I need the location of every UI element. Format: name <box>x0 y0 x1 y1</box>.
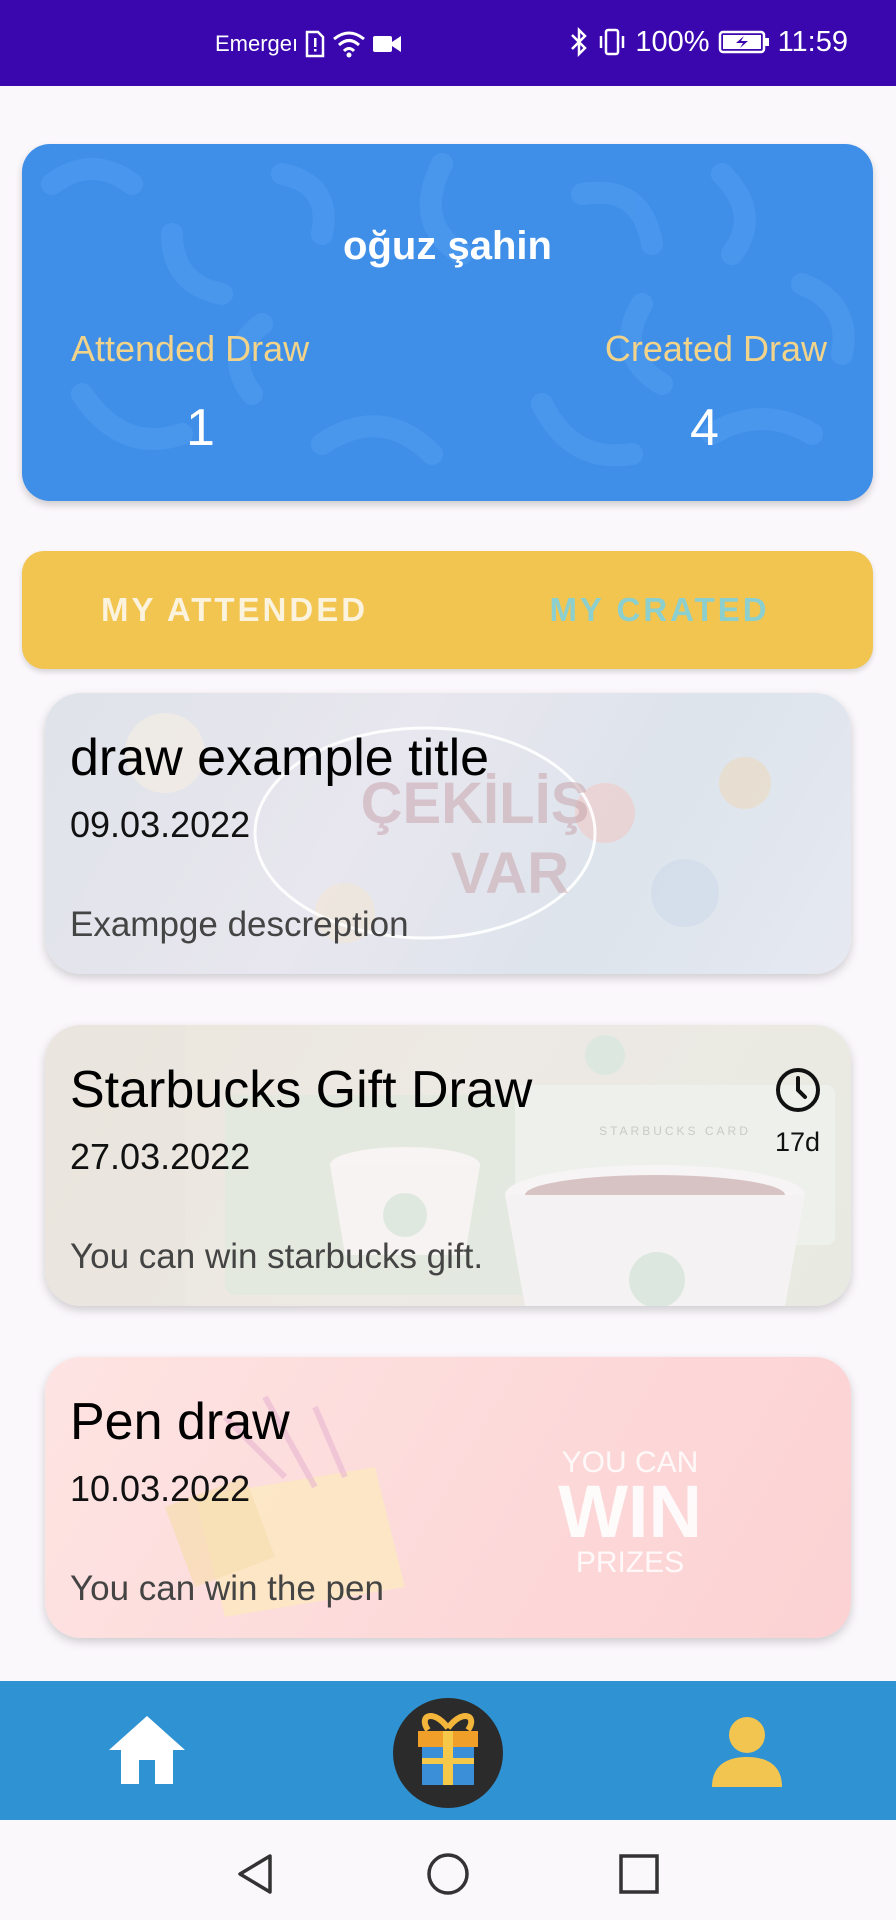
profile-card-pattern <box>41 153 855 467</box>
gift-icon <box>418 1713 478 1785</box>
back-icon[interactable] <box>232 1850 280 1898</box>
draw-title: Pen draw <box>70 1393 290 1451</box>
draw-card[interactable]: YOU CAN WIN PRIZES Pen draw 10.03.2022 Y… <box>45 1357 851 1638</box>
created-draw-label: Created Draw <box>604 328 827 369</box>
profile-name: oğuz şahin <box>343 224 552 268</box>
carrier-text: Emergeı <box>215 31 299 56</box>
attended-draw-count: 1 <box>186 399 215 457</box>
video-camera-icon <box>373 36 402 52</box>
tab-bar: MY ATTENDED MY CRATED <box>22 551 873 669</box>
draw-description: You can win the pen <box>70 1569 384 1608</box>
draw-date: 27.03.2022 <box>70 1136 251 1177</box>
starbucks-card-text: STARBUCKS CARD <box>599 1124 751 1138</box>
person-icon[interactable] <box>710 1715 784 1787</box>
battery-percent: 100% <box>635 25 710 58</box>
draw-date: 10.03.2022 <box>70 1468 251 1509</box>
draw-date: 09.03.2022 <box>70 804 251 845</box>
battery-charging-icon <box>718 30 769 54</box>
home-icon[interactable] <box>107 1714 187 1786</box>
attended-draw-label: Attended Draw <box>71 328 310 369</box>
draw-card[interactable]: ÇEKİLİŞ VAR draw example title 09.03.202… <box>45 693 851 974</box>
bluetooth-icon <box>571 27 588 57</box>
prizes-overlay-text: PRIZES <box>576 1546 684 1579</box>
draw-description: You can win starbucks gift. <box>70 1237 484 1276</box>
var-overlay-text: VAR <box>451 841 569 906</box>
created-draw-count: 4 <box>690 399 719 457</box>
bottom-navigation <box>0 1681 896 1820</box>
profile-card: oğuz şahin Attended Draw 1 Created Draw … <box>22 144 873 501</box>
system-navigation-bar <box>0 1820 896 1920</box>
status-bar: Emergeı 100% 11:59 <box>0 0 896 86</box>
draw-description: Exampge descreption <box>70 905 409 944</box>
wifi-icon <box>333 31 366 58</box>
recent-apps-icon[interactable] <box>615 1850 663 1898</box>
vibrate-icon <box>600 28 625 56</box>
draw-title: Starbucks Gift Draw <box>70 1061 533 1119</box>
tab-my-attended[interactable]: MY ATTENDED <box>22 551 447 669</box>
clock-time: 11:59 <box>777 25 848 58</box>
status-left: Emergeı <box>215 26 402 62</box>
sim-alert-icon <box>305 30 325 58</box>
home-circle-icon[interactable] <box>424 1850 472 1898</box>
days-left-badge: 17d <box>775 1127 821 1157</box>
draw-card[interactable]: STARBUCKS CARD Starbucks Gift Draw 27.03… <box>45 1025 851 1306</box>
win-overlay-text: WIN <box>558 1470 702 1553</box>
draw-title: draw example title <box>70 729 490 787</box>
status-right: 100% 11:59 <box>569 22 848 62</box>
clock-icon <box>776 1068 820 1112</box>
gift-button[interactable] <box>393 1698 503 1808</box>
tab-my-created[interactable]: MY CRATED <box>447 551 872 669</box>
